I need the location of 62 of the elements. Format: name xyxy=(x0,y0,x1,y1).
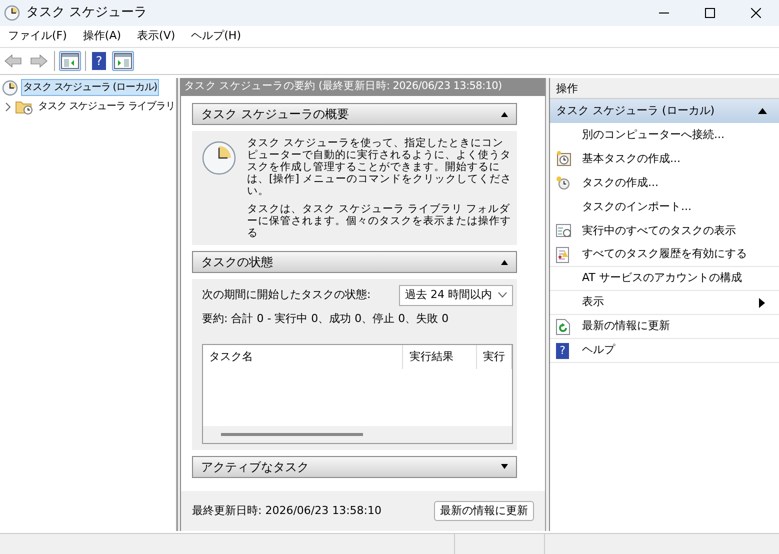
description-text: タスクは、タスク スケジューラ ライブラリ フォルダーに保管されます。個々のタスクを表示または操作する xyxy=(247,203,512,239)
section-header[interactable]: タスク スケジューラの概要 xyxy=(192,103,517,125)
calendar-clock-icon xyxy=(556,151,572,167)
description-text: タスク スケジューラを使って、指定したときにコンピューターで自動的に実行されるように、よく使うタスクを作成し管理することができます。開始するには、[操作] メニューのコマンドをクリックしてください。 xyxy=(247,137,513,197)
refresh-icon xyxy=(556,318,570,334)
clock-icon xyxy=(4,5,20,21)
collapse-arrow-icon[interactable] xyxy=(501,464,508,469)
clock-icon xyxy=(2,80,18,96)
action-item[interactable]: ? ヘルプ xyxy=(550,339,779,363)
action-item[interactable]: 表示 xyxy=(550,291,779,315)
column-header[interactable]: 実行結果 xyxy=(403,344,477,369)
section-header[interactable]: タスクの状態 xyxy=(192,251,517,273)
collapse-arrow-icon[interactable] xyxy=(501,112,508,116)
pane-layout-icon xyxy=(114,53,132,69)
pane-layout-icon xyxy=(61,53,79,69)
period-dropdown[interactable]: 過去 24 時間以内 xyxy=(399,285,513,306)
submenu-arrow-icon[interactable] xyxy=(759,298,765,308)
list-clock-icon xyxy=(556,224,572,238)
action-item[interactable]: 実行中のすべてのタスクの表示 xyxy=(550,219,779,243)
clock-icon xyxy=(202,141,236,175)
tree-item[interactable]: タスク スケジューラ (ローカル) xyxy=(21,79,159,96)
menu-item[interactable]: 表示(V) xyxy=(129,28,184,45)
back-arrow-icon xyxy=(4,54,22,68)
menu-item[interactable]: ファイル(F) xyxy=(0,28,75,45)
collapse-arrow-icon[interactable] xyxy=(501,260,508,264)
scrollbar-thumb[interactable] xyxy=(221,432,363,436)
action-item[interactable]: タスクの作成... xyxy=(550,171,779,195)
menu-item[interactable]: ヘルプ(H) xyxy=(183,28,249,45)
action-item[interactable]: タスクのインポート... xyxy=(550,195,779,219)
forward-arrow-icon xyxy=(30,54,48,68)
pane-title: タスク スケジューラの要約 (最終更新日時: 2026/06/23 13:58:10) xyxy=(181,78,545,96)
action-item[interactable]: 基本タスクの作成... xyxy=(550,147,779,171)
document-warning-icon xyxy=(556,246,570,262)
pane-toggle-button[interactable] xyxy=(112,51,134,71)
folder-clock-icon xyxy=(15,98,33,114)
column-header[interactable]: 実行 xyxy=(477,344,512,369)
chevron-down-icon xyxy=(498,292,507,298)
collapsed-chevron-icon[interactable] xyxy=(4,102,12,112)
summary-text: 要約: 合計 0 - 実行中 0、成功 0、停止 0、失敗 0 xyxy=(202,311,450,327)
pane-title: 操作 xyxy=(550,78,779,99)
last-updated-text: 最終更新日時: 2026/06/23 13:58:10 xyxy=(192,502,382,519)
action-item[interactable]: すべてのタスク履歴を有効にする xyxy=(550,243,779,267)
maximize-icon xyxy=(705,8,715,18)
actions-group-header[interactable]: タスク スケジューラ (ローカル) xyxy=(550,99,779,123)
window-title: タスク スケジューラ xyxy=(26,4,148,22)
help-icon: ? xyxy=(556,342,569,358)
action-item[interactable]: 最新の情報に更新 xyxy=(550,315,779,339)
menu-item[interactable]: 操作(A) xyxy=(74,28,130,45)
section-title: タスクの状態 xyxy=(201,254,273,271)
section-header[interactable]: アクティブなタスク xyxy=(192,456,517,478)
action-item[interactable]: AT サービスのアカウントの構成 xyxy=(550,267,779,291)
refresh-button[interactable]: 最新の情報に更新 xyxy=(434,500,534,522)
pane-toggle-button[interactable] xyxy=(59,51,81,71)
period-label: 次の期間に開始したタスクの状態: xyxy=(202,287,371,303)
column-header[interactable]: タスク名 xyxy=(203,344,404,369)
section-title: タスク スケジューラの概要 xyxy=(201,106,349,123)
tree-item[interactable]: タスク スケジューラ ライブラリ xyxy=(36,98,177,115)
group-title: タスク スケジューラ (ローカル) xyxy=(556,102,715,119)
close-icon xyxy=(751,8,761,18)
section-title: アクティブなタスク xyxy=(201,458,309,476)
collapse-arrow-icon[interactable] xyxy=(758,108,767,114)
action-item[interactable]: 別のコンピューターへ接続... xyxy=(550,123,779,147)
